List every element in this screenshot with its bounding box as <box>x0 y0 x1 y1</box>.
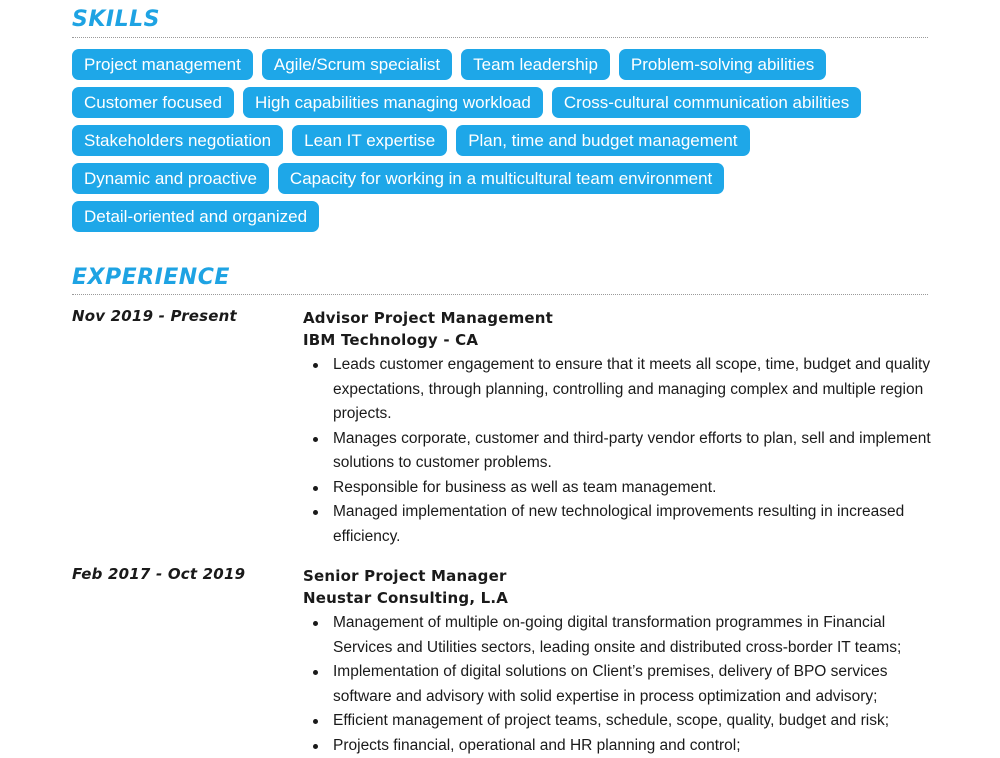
job-title: Senior Project Manager <box>303 565 933 587</box>
bullet-icon <box>313 363 318 368</box>
job-details: Advisor Project Management IBM Technolog… <box>303 307 933 549</box>
job-company: Neustar Consulting, L.A <box>303 587 933 609</box>
bullet-icon <box>313 670 318 675</box>
skill-chip: Dynamic and proactive <box>72 163 269 194</box>
job-bullet-text: Projects financial, operational and HR p… <box>333 737 741 754</box>
job-bullet-text: Efficient management of project teams, s… <box>333 712 889 729</box>
job-bullet: Implementation of digital solutions on C… <box>333 660 933 709</box>
job-bullet: Responsible for business as well as team… <box>333 476 933 501</box>
job-bullet-list: Management of multiple on-going digital … <box>303 611 933 758</box>
skill-chip: Customer focused <box>72 87 234 118</box>
experience-divider <box>72 294 928 295</box>
job-details: Senior Project Manager Neustar Consultin… <box>303 565 933 758</box>
bullet-icon <box>313 486 318 491</box>
job-bullet: Management of multiple on-going digital … <box>333 611 933 660</box>
job-bullet-list: Leads customer engagement to ensure that… <box>303 353 933 549</box>
job-title: Advisor Project Management <box>303 307 933 329</box>
job-date: Nov 2019 - Present <box>72 307 237 325</box>
skill-chip: Agile/Scrum specialist <box>262 49 452 80</box>
skill-chip: Team leadership <box>461 49 610 80</box>
bullet-icon <box>313 510 318 515</box>
skills-chip-list: Project management Agile/Scrum specialist… <box>72 49 928 232</box>
job-date: Feb 2017 - Oct 2019 <box>72 565 245 583</box>
skill-chip: Stakeholders negotiation <box>72 125 283 156</box>
skills-section-title: SKILLS <box>72 9 160 31</box>
experience-section-title: EXPERIENCE <box>72 267 230 289</box>
bullet-icon <box>313 437 318 442</box>
job-bullet: Managed implementation of new technologi… <box>333 500 933 549</box>
job-bullet-text: Managed implementation of new technologi… <box>333 503 904 545</box>
bullet-icon <box>313 621 318 626</box>
bullet-icon <box>313 744 318 749</box>
job-bullet-text: Responsible for business as well as team… <box>333 479 716 496</box>
job-bullet-text: Implementation of digital solutions on C… <box>333 663 888 705</box>
skill-chip: Detail-oriented and organized <box>72 201 319 232</box>
skill-chip: Plan, time and budget management <box>456 125 749 156</box>
skill-chip: Lean IT expertise <box>292 125 447 156</box>
skill-chip: High capabilities managing workload <box>243 87 543 118</box>
job-bullet: Projects financial, operational and HR p… <box>333 734 933 758</box>
job-company: IBM Technology - CA <box>303 329 933 351</box>
job-bullet: Manages corporate, customer and third-pa… <box>333 427 933 476</box>
job-bullet: Leads customer engagement to ensure that… <box>333 353 933 427</box>
skill-chip: Capacity for working in a multicultural … <box>278 163 724 194</box>
skill-chip: Problem-solving abilities <box>619 49 826 80</box>
job-bullet-text: Management of multiple on-going digital … <box>333 614 901 656</box>
skills-divider <box>72 37 928 38</box>
bullet-icon <box>313 719 318 724</box>
skill-chip: Cross-cultural communication abilities <box>552 87 861 118</box>
job-bullet: Efficient management of project teams, s… <box>333 709 933 734</box>
skill-chip: Project management <box>72 49 253 80</box>
job-bullet-text: Leads customer engagement to ensure that… <box>333 356 930 422</box>
job-bullet-text: Manages corporate, customer and third-pa… <box>333 430 931 472</box>
